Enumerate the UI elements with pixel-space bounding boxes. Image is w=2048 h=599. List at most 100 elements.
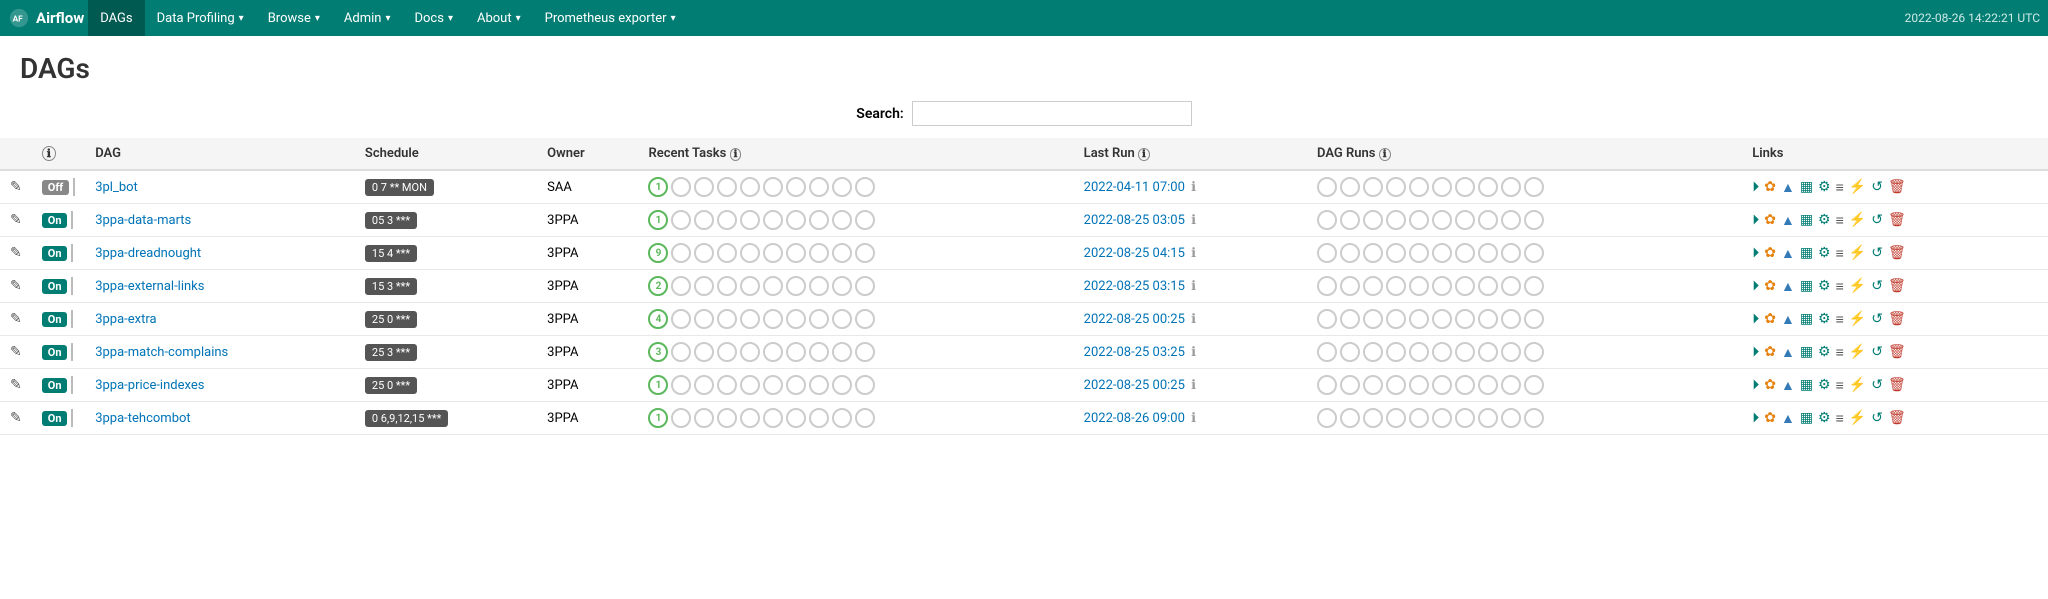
search-input[interactable] xyxy=(912,101,1192,126)
graph-view-icon[interactable]: ▲ xyxy=(1781,245,1795,262)
code-view-icon[interactable]: ≡ xyxy=(1836,278,1844,295)
recent-tasks-info-icon[interactable]: ℹ xyxy=(730,148,742,161)
refresh-icon[interactable]: ↺ xyxy=(1871,311,1883,327)
refresh-icon[interactable]: ↺ xyxy=(1871,179,1883,195)
dag-name-link[interactable]: 3ppa-match-complains xyxy=(95,345,228,360)
delete-icon[interactable]: 🗑 xyxy=(1888,311,1906,327)
tree-view-icon[interactable]: ✿ xyxy=(1764,344,1776,360)
dag-name-link[interactable]: 3ppa-dreadnought xyxy=(95,246,201,261)
last-run-link[interactable]: 2022-08-25 04:15 xyxy=(1084,246,1185,261)
code-view-icon[interactable]: ≡ xyxy=(1836,377,1844,394)
graph-view-icon[interactable]: ▲ xyxy=(1781,344,1795,361)
code-view-icon[interactable]: ≡ xyxy=(1836,344,1844,361)
dag-toggle[interactable]: On xyxy=(42,312,68,327)
task-circle-filled[interactable]: 9 xyxy=(648,243,668,263)
refresh-icon[interactable]: ↺ xyxy=(1871,344,1883,360)
last-run-info-icon[interactable]: ℹ xyxy=(1191,378,1196,393)
dag-name-link[interactable]: 3ppa-tehcombot xyxy=(95,411,190,426)
log-icon[interactable]: ⚡ xyxy=(1849,179,1866,195)
task-circle-filled[interactable]: 1 xyxy=(648,408,668,428)
calendar-view-icon[interactable]: ▦ xyxy=(1800,245,1813,261)
gantt-view-icon[interactable]: ⚙ xyxy=(1818,179,1831,195)
graph-view-icon[interactable]: ▲ xyxy=(1781,410,1795,427)
last-run-link[interactable]: 2022-04-11 07:00 xyxy=(1084,180,1185,195)
task-circle-filled[interactable]: 4 xyxy=(648,309,668,329)
edit-icon[interactable]: ✎ xyxy=(10,212,22,228)
log-icon[interactable]: ⚡ xyxy=(1849,212,1866,228)
gantt-view-icon[interactable]: ⚙ xyxy=(1818,278,1831,294)
last-run-info-icon[interactable]: ℹ xyxy=(1191,345,1196,360)
calendar-view-icon[interactable]: ▦ xyxy=(1800,179,1813,195)
delete-icon[interactable]: 🗑 xyxy=(1888,344,1906,360)
edit-icon[interactable]: ✎ xyxy=(10,344,22,360)
refresh-icon[interactable]: ↺ xyxy=(1871,278,1883,294)
tree-view-icon[interactable]: ✿ xyxy=(1764,212,1776,228)
tree-view-icon[interactable]: ✿ xyxy=(1764,377,1776,393)
dag-name-link[interactable]: 3ppa-external-links xyxy=(95,279,204,294)
trigger-dag-icon[interactable]: ⏵ xyxy=(1752,212,1759,228)
code-view-icon[interactable]: ≡ xyxy=(1836,245,1844,262)
log-icon[interactable]: ⚡ xyxy=(1849,311,1866,327)
dag-toggle[interactable]: On xyxy=(42,279,68,294)
tree-view-icon[interactable]: ✿ xyxy=(1764,278,1776,294)
code-view-icon[interactable]: ≡ xyxy=(1836,212,1844,229)
dag-name-link[interactable]: 3pl_bot xyxy=(95,180,138,195)
dag-toggle[interactable]: Off xyxy=(42,180,69,195)
last-run-link[interactable]: 2022-08-25 00:25 xyxy=(1084,312,1185,327)
refresh-icon[interactable]: ↺ xyxy=(1871,245,1883,261)
log-icon[interactable]: ⚡ xyxy=(1849,344,1866,360)
graph-view-icon[interactable]: ▲ xyxy=(1781,377,1795,394)
trigger-dag-icon[interactable]: ⏵ xyxy=(1752,377,1759,393)
delete-icon[interactable]: 🗑 xyxy=(1888,410,1906,426)
task-circle-filled[interactable]: 1 xyxy=(648,210,668,230)
last-run-link[interactable]: 2022-08-25 00:25 xyxy=(1084,378,1185,393)
calendar-view-icon[interactable]: ▦ xyxy=(1800,212,1813,228)
task-circle-filled[interactable]: 1 xyxy=(648,375,668,395)
graph-view-icon[interactable]: ▲ xyxy=(1781,179,1795,196)
task-circle-filled[interactable]: 3 xyxy=(648,342,668,362)
dag-toggle[interactable]: On xyxy=(42,378,68,393)
gantt-view-icon[interactable]: ⚙ xyxy=(1818,245,1831,261)
trigger-dag-icon[interactable]: ⏵ xyxy=(1752,344,1759,360)
last-run-info-icon[interactable]: ℹ xyxy=(1191,312,1196,327)
edit-icon[interactable]: ✎ xyxy=(10,245,22,261)
gantt-view-icon[interactable]: ⚙ xyxy=(1818,212,1831,228)
gantt-view-icon[interactable]: ⚙ xyxy=(1818,377,1831,393)
dag-name-link[interactable]: 3ppa-extra xyxy=(95,312,156,327)
trigger-dag-icon[interactable]: ⏵ xyxy=(1752,410,1759,426)
nav-browse[interactable]: Browse ▾ xyxy=(256,0,332,36)
nav-admin[interactable]: Admin ▾ xyxy=(332,0,403,36)
refresh-icon[interactable]: ↺ xyxy=(1871,410,1883,426)
last-run-info-icon[interactable]: ℹ xyxy=(1191,279,1196,294)
trigger-dag-icon[interactable]: ⏵ xyxy=(1752,245,1759,261)
tree-view-icon[interactable]: ✿ xyxy=(1764,311,1776,327)
edit-icon[interactable]: ✎ xyxy=(10,278,22,294)
calendar-view-icon[interactable]: ▦ xyxy=(1800,344,1813,360)
log-icon[interactable]: ⚡ xyxy=(1849,245,1866,261)
delete-icon[interactable]: 🗑 xyxy=(1888,179,1906,195)
last-run-link[interactable]: 2022-08-26 09:00 xyxy=(1084,411,1185,426)
nav-dags[interactable]: DAGs xyxy=(88,0,144,36)
code-view-icon[interactable]: ≡ xyxy=(1836,311,1844,328)
last-run-info-icon[interactable]: ℹ xyxy=(1191,246,1196,261)
code-view-icon[interactable]: ≡ xyxy=(1836,410,1844,427)
brand[interactable]: AF Airflow xyxy=(8,7,84,29)
calendar-view-icon[interactable]: ▦ xyxy=(1800,377,1813,393)
dag-toggle[interactable]: On xyxy=(42,246,68,261)
trigger-dag-icon[interactable]: ⏵ xyxy=(1752,179,1759,195)
last-run-link[interactable]: 2022-08-25 03:25 xyxy=(1084,345,1185,360)
info-icon[interactable]: ℹ xyxy=(42,146,56,161)
nav-data-profiling[interactable]: Data Profiling ▾ xyxy=(145,0,256,36)
delete-icon[interactable]: 🗑 xyxy=(1888,278,1906,294)
graph-view-icon[interactable]: ▲ xyxy=(1781,278,1795,295)
dag-name-link[interactable]: 3ppa-price-indexes xyxy=(95,378,204,393)
calendar-view-icon[interactable]: ▦ xyxy=(1800,311,1813,327)
refresh-icon[interactable]: ↺ xyxy=(1871,212,1883,228)
dag-name-link[interactable]: 3ppa-data-marts xyxy=(95,213,191,228)
last-run-link[interactable]: 2022-08-25 03:15 xyxy=(1084,279,1185,294)
tree-view-icon[interactable]: ✿ xyxy=(1764,245,1776,261)
edit-icon[interactable]: ✎ xyxy=(10,311,22,327)
trigger-dag-icon[interactable]: ⏵ xyxy=(1752,278,1759,294)
dag-toggle[interactable]: On xyxy=(42,345,68,360)
calendar-view-icon[interactable]: ▦ xyxy=(1800,410,1813,426)
